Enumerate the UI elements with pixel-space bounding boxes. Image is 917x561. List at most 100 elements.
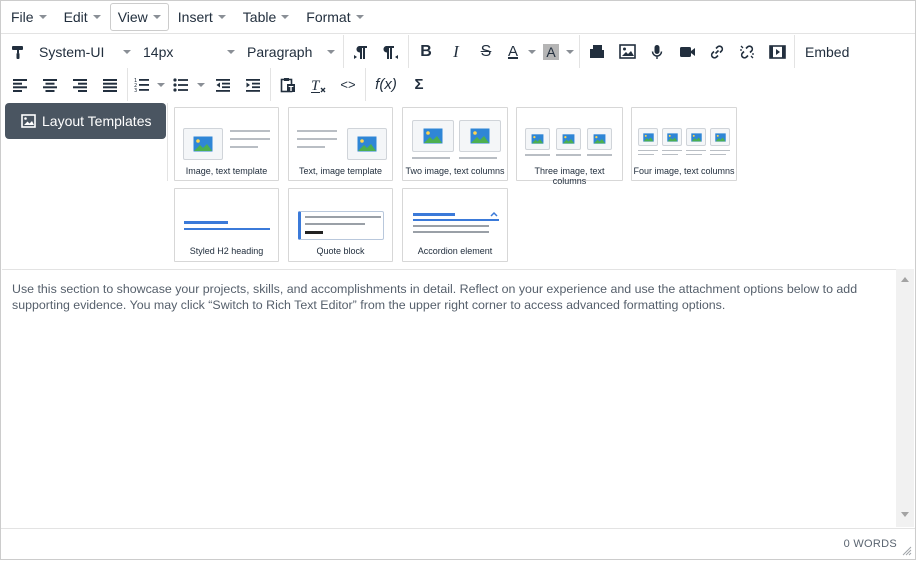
bullet-list-button[interactable]: [168, 71, 194, 99]
template-label: Styled H2 heading: [189, 246, 264, 256]
paste-text-button[interactable]: T: [273, 71, 303, 99]
align-right-button[interactable]: [65, 71, 95, 99]
font-size-select[interactable]: 14px: [137, 38, 241, 66]
image-icon: [618, 44, 636, 59]
text-line: [297, 146, 325, 148]
scroll-up-icon[interactable]: [901, 277, 909, 282]
image-placeholder: [587, 128, 612, 150]
template-two-image-columns[interactable]: Two image, text columns: [402, 107, 508, 181]
menu-insert[interactable]: Insert: [170, 3, 234, 31]
embed-button[interactable]: Embed: [797, 38, 857, 66]
chevron-down-icon: [528, 49, 536, 54]
strikethrough-button[interactable]: S: [471, 38, 501, 66]
source-code-button[interactable]: <>: [333, 71, 363, 99]
block-format-select[interactable]: Paragraph: [241, 38, 341, 66]
font-family-select[interactable]: System-UI: [33, 38, 137, 66]
template-styled-h2[interactable]: Styled H2 heading: [174, 188, 279, 262]
menu-table-label: Table: [242, 9, 277, 25]
numbered-list-icon: 123: [134, 78, 149, 92]
outdent-button[interactable]: [208, 71, 238, 99]
text-line: [305, 223, 365, 225]
word-count[interactable]: 0 WORDS: [844, 538, 897, 550]
image-placeholder: [638, 128, 658, 146]
menu-edit[interactable]: Edit: [56, 3, 109, 31]
menu-view-label: View: [117, 9, 148, 25]
text-color-button[interactable]: A: [501, 38, 525, 66]
layout-templates-button[interactable]: Layout Templates: [5, 103, 166, 139]
numbered-list-button[interactable]: 123: [130, 71, 154, 99]
bold-button[interactable]: B: [411, 38, 441, 66]
menu-table[interactable]: Table: [235, 3, 297, 31]
chevron-down-icon: [227, 49, 235, 54]
numbered-list-dropdown[interactable]: [154, 82, 168, 87]
accordion-divider: [413, 219, 499, 221]
template-accordion[interactable]: Accordion element: [402, 188, 508, 262]
indent-icon: [246, 78, 260, 92]
bullet-list-dropdown[interactable]: [194, 82, 208, 87]
insert-video-button[interactable]: [672, 38, 702, 66]
chevron-down-icon: [92, 15, 101, 19]
format-painter-button[interactable]: [3, 38, 33, 66]
italic-button[interactable]: I: [441, 38, 471, 66]
template-label: Accordion element: [417, 246, 493, 256]
text-line: [230, 146, 258, 148]
sigma-button[interactable]: Σ: [404, 71, 434, 99]
chevron-down-icon: [152, 15, 161, 19]
template-four-image-columns[interactable]: Four image, text columns: [631, 107, 737, 181]
align-center-icon: [43, 78, 57, 92]
unlink-button[interactable]: [732, 38, 762, 66]
image-placeholder: [183, 128, 223, 160]
text-line: [686, 154, 702, 155]
highlight-color-dropdown[interactable]: [563, 49, 577, 54]
image-placeholder: [412, 120, 454, 152]
align-center-button[interactable]: [35, 71, 65, 99]
template-label: Image, text template: [185, 166, 268, 176]
toolbar-group-embed: Embed: [795, 35, 859, 68]
image-placeholder: [710, 128, 730, 146]
format-painter-icon: [12, 45, 23, 59]
ltr-button[interactable]: [346, 38, 376, 66]
toolbar-group-fonts: System-UI 14px Paragraph: [1, 35, 344, 68]
align-left-button[interactable]: [5, 71, 35, 99]
unlink-icon: [740, 44, 754, 59]
text-line: [587, 154, 612, 156]
resize-handle-icon[interactable]: [902, 546, 912, 556]
text-color-dropdown[interactable]: [525, 49, 539, 54]
rtl-button[interactable]: [376, 38, 406, 66]
template-three-image-columns[interactable]: Three image, text columns: [516, 107, 623, 186]
template-quote-block[interactable]: Quote block: [288, 188, 393, 262]
text-line: [710, 154, 726, 155]
template-divider: [167, 103, 168, 181]
text-line: [556, 154, 581, 156]
vertical-scrollbar[interactable]: [896, 269, 914, 527]
menu-format[interactable]: Format: [298, 3, 371, 31]
image-icon: [193, 136, 213, 152]
text-line: [297, 138, 337, 140]
image-placeholder: [556, 128, 581, 150]
toolbar-group-text-style: B I S A A: [409, 35, 580, 68]
highlight-color-button[interactable]: A: [539, 38, 563, 66]
insert-file-button[interactable]: [582, 38, 612, 66]
chevron-down-icon: [566, 49, 574, 54]
media-embed-button[interactable]: [762, 38, 792, 66]
clear-formatting-button[interactable]: T: [303, 71, 333, 99]
template-image-text[interactable]: Image, text template: [174, 107, 279, 181]
align-justify-button[interactable]: [95, 71, 125, 99]
insert-image-button[interactable]: [612, 38, 642, 66]
quote-author-line: [305, 231, 323, 234]
editor-content-area[interactable]: Use this section to showcase your projec…: [2, 269, 896, 527]
align-justify-icon: [103, 78, 117, 92]
insert-audio-button[interactable]: [642, 38, 672, 66]
formula-button[interactable]: f(x): [368, 71, 404, 99]
menu-file[interactable]: File: [3, 3, 55, 31]
insert-link-button[interactable]: [702, 38, 732, 66]
template-label: Two image, text columns: [405, 166, 505, 176]
menu-edit-label: Edit: [63, 9, 88, 25]
menu-view[interactable]: View: [109, 3, 169, 31]
rich-text-editor: File Edit View Insert Table Format Syste…: [0, 0, 916, 560]
indent-button[interactable]: [238, 71, 268, 99]
toolbar-row-1: System-UI 14px Paragraph B I S A A Embed: [1, 35, 915, 68]
text-line: [662, 150, 682, 151]
scroll-down-icon[interactable]: [901, 512, 909, 517]
template-text-image[interactable]: Text, image template: [288, 107, 393, 181]
